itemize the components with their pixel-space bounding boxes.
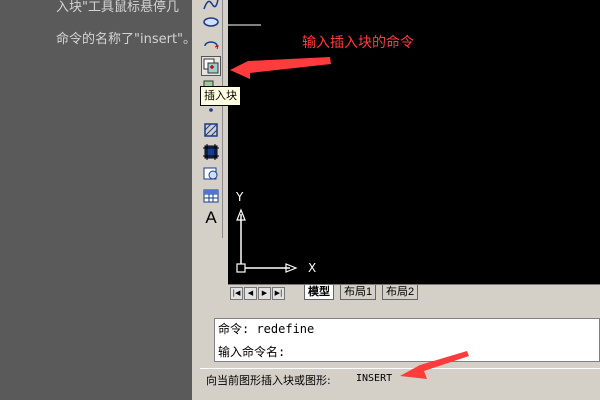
command-history-line: 命令: redefine: [218, 322, 315, 336]
pointer-arrow: [230, 57, 331, 79]
multiline-text-icon[interactable]: A: [201, 208, 221, 228]
command-prompt[interactable]: 输入命令名:: [218, 343, 285, 360]
ellipse-icon[interactable]: [201, 12, 221, 32]
insert-block-icon[interactable]: [201, 56, 221, 76]
annotation-text: 输入插入块的命令: [302, 35, 414, 51]
next-tab-button[interactable]: ▶: [258, 287, 271, 300]
status-bar: 向当前图形插入块或图形: INSERT: [200, 368, 600, 391]
ucs-origin-box: [236, 263, 246, 273]
draw-toolbar: A: [200, 0, 223, 238]
command-window[interactable]: 命令: redefine 输入命令名:: [214, 318, 600, 362]
region-icon[interactable]: [201, 142, 221, 162]
hatch-icon[interactable]: [201, 120, 221, 140]
table-icon[interactable]: [201, 186, 221, 206]
revcloud-icon[interactable]: [201, 164, 221, 184]
tab-layout1[interactable]: 布局1: [340, 285, 377, 300]
status-description: 向当前图形插入块或图形:: [206, 374, 331, 387]
last-tab-button[interactable]: ▶|: [272, 287, 285, 300]
layout-tab-bar: |◀ ◀ ▶ ▶| 模型 布局1 布局2: [228, 284, 600, 301]
text-glyph: A: [205, 208, 217, 227]
first-tab-button[interactable]: |◀: [230, 287, 243, 300]
article-text-line: 入块"工具鼠标悬停几: [56, 0, 179, 15]
x-axis-label: X: [308, 261, 317, 275]
canvas-overlay: [228, 24, 331, 273]
status-command: INSERT: [356, 373, 393, 384]
prev-tab-button[interactable]: ◀: [244, 287, 257, 300]
tab-model[interactable]: 模型: [304, 285, 334, 300]
article-text-line: 命令的名称了"insert"。: [56, 32, 197, 47]
drawing-canvas[interactable]: Y X 输入插入块的命令: [228, 0, 600, 284]
tooltip: 插入块: [200, 86, 241, 106]
y-axis-label: Y: [236, 190, 244, 204]
tab-layout2[interactable]: 布局2: [382, 285, 419, 300]
ellipse-arc-icon[interactable]: [201, 34, 221, 54]
